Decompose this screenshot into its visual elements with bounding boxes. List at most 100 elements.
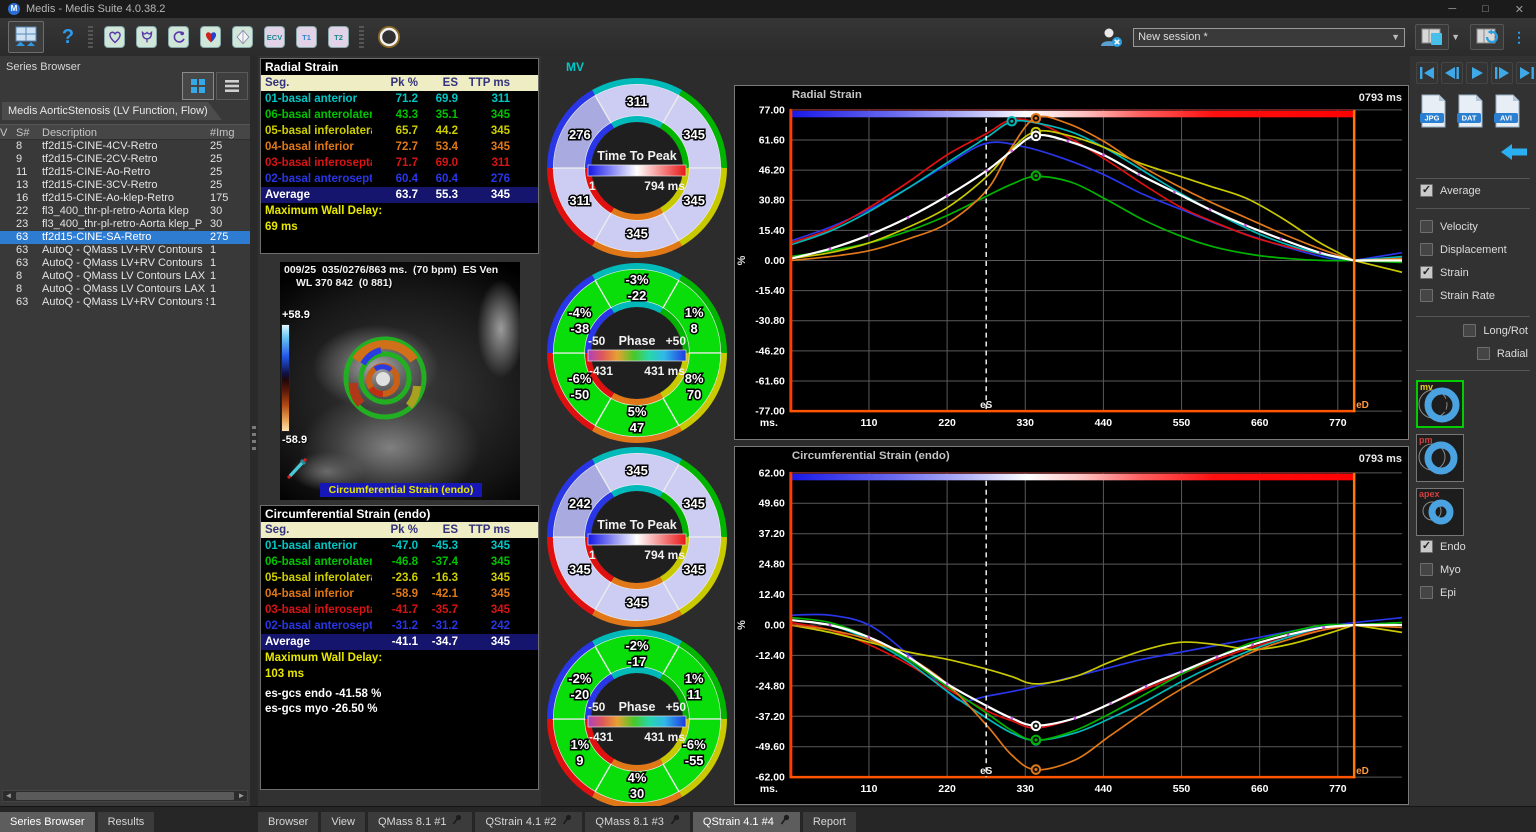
- control-panel: JPGDAT AVI ✓Average Velocity Displacement ✓S…: [1410, 56, 1536, 806]
- tab-report[interactable]: Report: [803, 812, 856, 832]
- series-table: VS#Description#Img 8tf2d15-CINE-4CV-Retr…: [0, 124, 250, 309]
- column-header[interactable]: S#: [12, 125, 42, 139]
- tab-qmass-8-1-1[interactable]: QMass 8.1 #1: [368, 812, 472, 832]
- pencil-tool-icon[interactable]: [286, 456, 308, 480]
- scrollbar-thumb[interactable]: [16, 792, 234, 800]
- svg-text:-3%: -3%: [625, 272, 649, 287]
- session-combobox[interactable]: New session * ▼: [1133, 28, 1405, 47]
- app-ecv-icon[interactable]: ECV: [264, 26, 285, 48]
- tab-qmass-8-1-3[interactable]: QMass 8.1 #3: [585, 812, 689, 832]
- series-row[interactable]: 63AutoQ - QMass LV+RV Contours SAX1: [0, 296, 250, 309]
- series-row[interactable]: 13tf2d15-CINE-3CV-Retro25: [0, 179, 250, 192]
- back-arrow-icon[interactable]: [1500, 142, 1528, 167]
- strain-segment-row: 04-basal inferior-58.9-42.1345: [261, 586, 538, 602]
- image-viewer[interactable]: 009/25 035/0276/863 ms. (70 bpm) ES Ven …: [280, 262, 520, 500]
- series-row[interactable]: 23fl3_400_thr-pl-retro-Aorta klep_P30: [0, 218, 250, 231]
- column-header[interactable]: V: [0, 125, 12, 139]
- svg-text:-46.20: -46.20: [755, 346, 785, 357]
- slice-thumbnail-mv[interactable]: mv: [1416, 380, 1464, 428]
- checkbox-strain[interactable]: ✓Strain: [1420, 266, 1469, 279]
- horizontal-scrollbar[interactable]: ◄ ►: [2, 790, 248, 802]
- next-frame-button[interactable]: [1491, 62, 1513, 84]
- checkbox-average[interactable]: ✓Average: [1420, 184, 1481, 197]
- checkbox-strain-rate[interactable]: Strain Rate: [1420, 289, 1495, 302]
- tab-qstrain-4-1-2[interactable]: QStrain 4.1 #2: [475, 812, 582, 832]
- slice-thumbnail-pm[interactable]: pm: [1416, 434, 1464, 482]
- slice-thumbnail-apex[interactable]: apex: [1416, 488, 1464, 536]
- svg-text:330: 330: [1017, 784, 1035, 795]
- app-t1-icon[interactable]: T1: [296, 26, 317, 48]
- series-row[interactable]: 63AutoQ - QMass LV+RV Contours1: [0, 257, 250, 270]
- app-4dflow-icon[interactable]: [200, 26, 221, 48]
- panel-splitter[interactable]: [250, 56, 258, 806]
- series-row[interactable]: 11tf2d15-CINE-Ao-Retro25: [0, 166, 250, 179]
- checkbox-long-rot[interactable]: Long/Rot: [1463, 324, 1528, 337]
- svg-text:345: 345: [626, 595, 648, 610]
- series-row[interactable]: 8AutoQ - QMass LV Contours LAX ...1: [0, 283, 250, 296]
- minimize-button[interactable]: ─: [1448, 3, 1456, 16]
- overflow-menu-icon[interactable]: ⋮: [1512, 29, 1526, 46]
- tab-view[interactable]: View: [321, 812, 365, 832]
- column-header[interactable]: #Img: [208, 125, 250, 139]
- save-layout-button[interactable]: [1415, 24, 1449, 50]
- checkbox-displacement[interactable]: Displacement: [1420, 243, 1507, 256]
- app-qflow-icon[interactable]: [136, 26, 157, 48]
- pin-icon[interactable]: [780, 812, 790, 832]
- series-row[interactable]: 8AutoQ - QMass LV Contours LAX ...1: [0, 270, 250, 283]
- radial-strain-chart[interactable]: eSeD77.0061.6046.2030.8015.400.00-15.40-…: [735, 86, 1408, 439]
- strain-table-header: Seg.Pk %ESTTP ms: [261, 75, 538, 91]
- series-row[interactable]: 63AutoQ - QMass LV+RV Contours1: [0, 244, 250, 257]
- svg-text:AVI: AVI: [1500, 114, 1512, 123]
- checkbox-endo[interactable]: ✓Endo: [1420, 540, 1466, 553]
- svg-text:ms.: ms.: [760, 784, 778, 795]
- svg-text:110: 110: [861, 784, 878, 795]
- tab-results[interactable]: Results: [98, 812, 155, 832]
- checkbox-velocity[interactable]: Velocity: [1420, 220, 1478, 233]
- series-browser-layout-button[interactable]: [8, 21, 44, 53]
- svg-text:12.40: 12.40: [759, 590, 785, 601]
- scroll-right-icon[interactable]: ►: [236, 791, 247, 801]
- app-qstrain-icon[interactable]: [168, 26, 189, 48]
- list-view-button[interactable]: [216, 72, 248, 100]
- pin-icon[interactable]: [452, 812, 462, 832]
- close-button[interactable]: ✕: [1515, 3, 1524, 16]
- series-row[interactable]: 8tf2d15-CINE-4CV-Retro25: [0, 140, 250, 153]
- app-t2-icon[interactable]: T2: [328, 26, 349, 48]
- radial-strain-table-title: Radial Strain: [261, 59, 538, 75]
- column-header[interactable]: Description: [42, 125, 208, 139]
- chevron-down-icon[interactable]: ▼: [1451, 32, 1460, 42]
- app-valve-icon[interactable]: [232, 26, 253, 48]
- pin-icon[interactable]: [562, 812, 572, 832]
- checkbox-radial[interactable]: Radial: [1477, 347, 1528, 360]
- first-frame-button[interactable]: [1416, 62, 1438, 84]
- circ-strain-table-title: Circumferential Strain (endo): [261, 506, 538, 522]
- export-dat-button[interactable]: DAT: [1455, 94, 1485, 133]
- series-row[interactable]: 9tf2d15-CINE-2CV-Retro25: [0, 153, 250, 166]
- help-icon[interactable]: ?: [58, 26, 78, 49]
- export-avi-button[interactable]: AVI: [1492, 94, 1522, 133]
- circ-strain-chart[interactable]: eSeD62.0049.6037.2024.8012.400.00-12.40-…: [735, 447, 1408, 804]
- series-row[interactable]: 16tf2d15-CINE-Ao-klep-Retro175: [0, 192, 250, 205]
- series-row[interactable]: 63tf2d15-CINE-SA-Retro275: [0, 231, 250, 244]
- export-jpg-button[interactable]: JPG: [1418, 94, 1448, 133]
- svg-text:-30.80: -30.80: [755, 316, 785, 327]
- checkbox-myo[interactable]: Myo: [1420, 563, 1461, 576]
- reset-layout-button[interactable]: [1470, 24, 1504, 50]
- checkbox-epi[interactable]: Epi: [1420, 586, 1456, 599]
- tab-browser[interactable]: Browser: [258, 812, 318, 832]
- qstrain-ring-icon[interactable]: [376, 24, 402, 50]
- study-tab[interactable]: Medis AorticStenosis (LV Function, Flow)…: [2, 102, 222, 120]
- svg-text:276: 276: [569, 127, 591, 142]
- previous-frame-button[interactable]: [1441, 62, 1463, 84]
- play-button[interactable]: [1466, 62, 1488, 84]
- last-frame-button[interactable]: [1516, 62, 1536, 84]
- app-qmass-icon[interactable]: [104, 26, 125, 48]
- pin-icon[interactable]: [670, 812, 680, 832]
- tab-qstrain-4-1-4[interactable]: QStrain 4.1 #4: [693, 812, 800, 832]
- user-session-icon[interactable]: [1097, 25, 1125, 49]
- scroll-left-icon[interactable]: ◄: [3, 791, 14, 801]
- maximize-button[interactable]: □: [1482, 3, 1489, 16]
- tab-series-browser[interactable]: Series Browser: [0, 812, 95, 832]
- grid-view-button[interactable]: [182, 72, 214, 100]
- series-row[interactable]: 22fl3_400_thr-pl-retro-Aorta klep30: [0, 205, 250, 218]
